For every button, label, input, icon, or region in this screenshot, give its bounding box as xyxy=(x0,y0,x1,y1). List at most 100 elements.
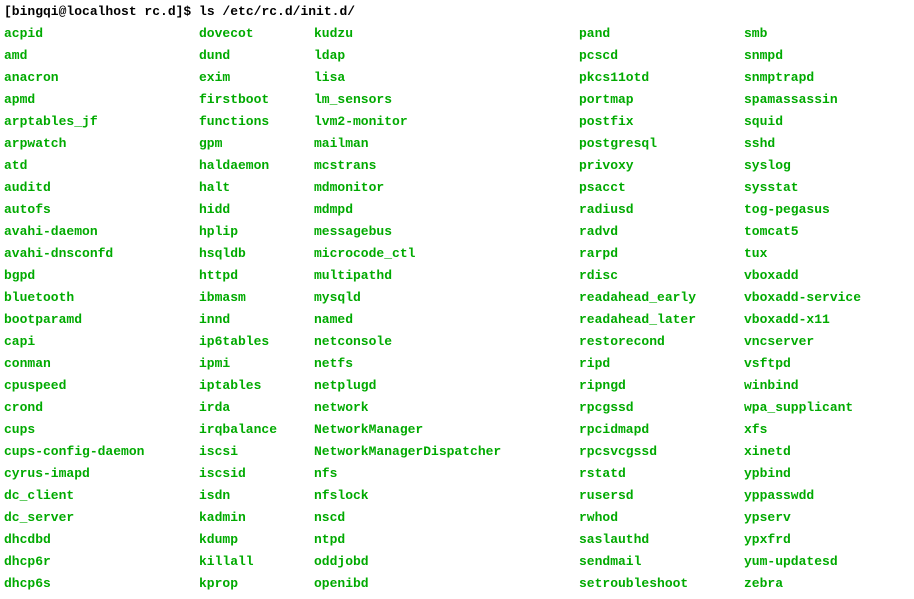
file-entry: sshd xyxy=(744,133,861,155)
file-entry: dhcp6r xyxy=(4,551,199,573)
file-entry: squid xyxy=(744,111,861,133)
file-entry: hidd xyxy=(199,199,314,221)
file-entry: snmptrapd xyxy=(744,67,861,89)
file-entry: avahi-dnsconfd xyxy=(4,243,199,265)
file-entry: pand xyxy=(579,23,744,45)
column-3: kudzuldaplisalm_sensorslvm2-monitormailm… xyxy=(314,23,579,595)
file-entry: netconsole xyxy=(314,331,579,353)
file-entry: killall xyxy=(199,551,314,573)
column-5: smbsnmpdsnmptrapdspamassassinsquidsshdsy… xyxy=(744,23,861,595)
file-entry: nfslock xyxy=(314,485,579,507)
file-entry: iscsid xyxy=(199,463,314,485)
file-entry: pkcs11otd xyxy=(579,67,744,89)
file-entry: privoxy xyxy=(579,155,744,177)
file-entry: rpcgssd xyxy=(579,397,744,419)
file-entry: psacct xyxy=(579,177,744,199)
file-entry: postgresql xyxy=(579,133,744,155)
file-entry: smb xyxy=(744,23,861,45)
file-entry: firstboot xyxy=(199,89,314,111)
file-entry: openibd xyxy=(314,573,579,595)
file-entry: kadmin xyxy=(199,507,314,529)
file-entry: kdump xyxy=(199,529,314,551)
file-entry: iscsi xyxy=(199,441,314,463)
file-entry: tomcat5 xyxy=(744,221,861,243)
file-entry: irda xyxy=(199,397,314,419)
file-entry: bootparamd xyxy=(4,309,199,331)
file-entry: yum-updatesd xyxy=(744,551,861,573)
terminal-prompt: [bingqi@localhost rc.d]$ ls /etc/rc.d/in… xyxy=(4,4,910,19)
file-entry: apmd xyxy=(4,89,199,111)
file-entry: cpuspeed xyxy=(4,375,199,397)
file-entry: auditd xyxy=(4,177,199,199)
file-entry: mcstrans xyxy=(314,155,579,177)
file-entry: functions xyxy=(199,111,314,133)
file-entry: microcode_ctl xyxy=(314,243,579,265)
file-entry: mailman xyxy=(314,133,579,155)
file-entry: nscd xyxy=(314,507,579,529)
file-entry: zebra xyxy=(744,573,861,595)
file-entry: halt xyxy=(199,177,314,199)
file-entry: sendmail xyxy=(579,551,744,573)
file-entry: winbind xyxy=(744,375,861,397)
column-1: acpidamdanacronapmdarptables_jfarpwatcha… xyxy=(4,23,199,595)
file-entry: haldaemon xyxy=(199,155,314,177)
file-entry: cups xyxy=(4,419,199,441)
file-entry: sysstat xyxy=(744,177,861,199)
file-entry: oddjobd xyxy=(314,551,579,573)
file-entry: avahi-daemon xyxy=(4,221,199,243)
file-entry: readahead_early xyxy=(579,287,744,309)
file-entry: ntpd xyxy=(314,529,579,551)
file-entry: snmpd xyxy=(744,45,861,67)
file-entry: rwhod xyxy=(579,507,744,529)
file-entry: postfix xyxy=(579,111,744,133)
file-entry: atd xyxy=(4,155,199,177)
file-entry: rpcsvcgssd xyxy=(579,441,744,463)
file-entry: dhcp6s xyxy=(4,573,199,595)
file-entry: rpcidmapd xyxy=(579,419,744,441)
file-entry: dc_server xyxy=(4,507,199,529)
file-entry: kprop xyxy=(199,573,314,595)
file-entry: yppasswdd xyxy=(744,485,861,507)
file-entry: irqbalance xyxy=(199,419,314,441)
file-entry: vboxadd-x11 xyxy=(744,309,861,331)
file-entry: ypbind xyxy=(744,463,861,485)
file-entry: ripd xyxy=(579,353,744,375)
file-entry: cyrus-imapd xyxy=(4,463,199,485)
file-entry: syslog xyxy=(744,155,861,177)
file-entry: netplugd xyxy=(314,375,579,397)
file-entry: ripngd xyxy=(579,375,744,397)
file-entry: wpa_supplicant xyxy=(744,397,861,419)
file-entry: xfs xyxy=(744,419,861,441)
ls-output: acpidamdanacronapmdarptables_jfarpwatcha… xyxy=(4,23,910,595)
file-entry: vboxadd xyxy=(744,265,861,287)
file-entry: capi xyxy=(4,331,199,353)
file-entry: radvd xyxy=(579,221,744,243)
file-entry: innd xyxy=(199,309,314,331)
column-2: dovecotdundeximfirstbootfunctionsgpmhald… xyxy=(199,23,314,595)
file-entry: messagebus xyxy=(314,221,579,243)
file-entry: dund xyxy=(199,45,314,67)
file-entry: ypxfrd xyxy=(744,529,861,551)
file-entry: setroubleshoot xyxy=(579,573,744,595)
file-entry: ipmi xyxy=(199,353,314,375)
file-entry: httpd xyxy=(199,265,314,287)
file-entry: tux xyxy=(744,243,861,265)
file-entry: vboxadd-service xyxy=(744,287,861,309)
file-entry: NetworkManager xyxy=(314,419,579,441)
file-entry: mdmonitor xyxy=(314,177,579,199)
file-entry: NetworkManagerDispatcher xyxy=(314,441,579,463)
file-entry: lisa xyxy=(314,67,579,89)
file-entry: mdmpd xyxy=(314,199,579,221)
file-entry: iptables xyxy=(199,375,314,397)
file-entry: isdn xyxy=(199,485,314,507)
file-entry: network xyxy=(314,397,579,419)
file-entry: restorecond xyxy=(579,331,744,353)
file-entry: arptables_jf xyxy=(4,111,199,133)
file-entry: mysqld xyxy=(314,287,579,309)
column-4: pandpcscdpkcs11otdportmappostfixpostgres… xyxy=(579,23,744,595)
file-entry: portmap xyxy=(579,89,744,111)
file-entry: conman xyxy=(4,353,199,375)
file-entry: radiusd xyxy=(579,199,744,221)
file-entry: bluetooth xyxy=(4,287,199,309)
file-entry: hplip xyxy=(199,221,314,243)
